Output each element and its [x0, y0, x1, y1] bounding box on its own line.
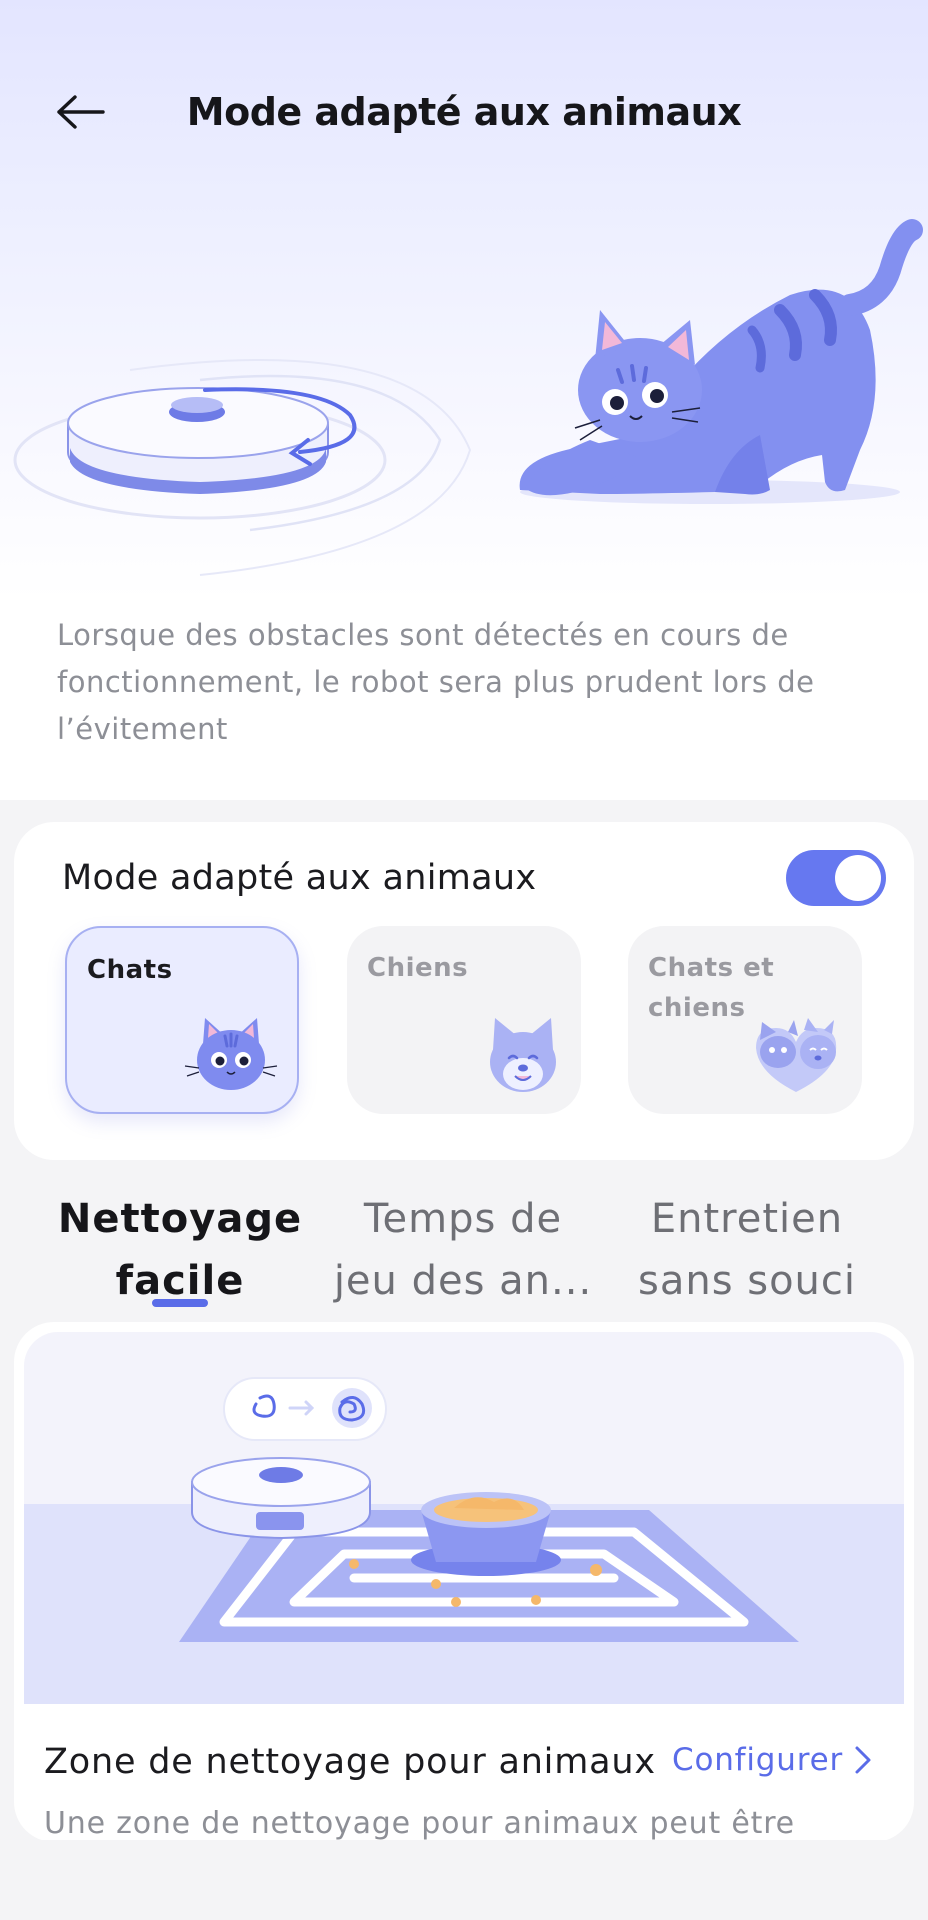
- pet-option-label: Chats et chiens: [648, 953, 775, 1023]
- tab-entretien[interactable]: Entretien sans souci: [617, 1188, 877, 1312]
- tab-nettoyage-facile[interactable]: Nettoyage facile: [50, 1188, 310, 1312]
- cat-and-dog-icon: [756, 1018, 837, 1092]
- feature-card: Zone de nettoyage pour animaux Configure…: [14, 1322, 914, 1842]
- cat-face-icon: [184, 1018, 278, 1090]
- pet-option-chats[interactable]: Chats: [65, 926, 299, 1114]
- chevron-right-icon: [855, 1746, 871, 1774]
- pet-option-chiens[interactable]: Chiens: [347, 926, 581, 1114]
- configure-label: Configurer: [672, 1742, 843, 1778]
- feature-title: Zone de nettoyage pour animaux: [44, 1742, 656, 1782]
- hero-illustration: [13, 219, 923, 576]
- bottom-area: [0, 1840, 928, 1920]
- pet-option-label: Chiens: [367, 953, 469, 983]
- tab-temps-de-jeu[interactable]: Temps de jeu des an...: [333, 1188, 593, 1312]
- pet-cleaning-zone-illustration: [24, 1332, 904, 1704]
- header: Mode adapté aux animaux: [0, 80, 928, 144]
- pet-mode-card: Mode adapté aux animaux Chats Chiens Cha…: [14, 822, 914, 1160]
- pet-option-chats-et-chiens[interactable]: Chats et chiens: [628, 926, 862, 1114]
- description-text: Lorsque des obstacles sont détectés en c…: [57, 618, 815, 746]
- feature-tabs: Nettoyage facile Temps de jeu des an... …: [0, 1180, 928, 1310]
- configure-link[interactable]: Configurer: [672, 1742, 873, 1778]
- pet-mode-label: Mode adapté aux animaux: [62, 858, 537, 898]
- pet-option-label: Chats: [87, 955, 173, 985]
- page-title: Mode adapté aux animaux: [186, 90, 742, 134]
- toggle-knob: [835, 855, 881, 901]
- feature-description: Une zone de nettoyage pour animaux peut …: [44, 1806, 795, 1841]
- tab-active-indicator: [152, 1299, 208, 1307]
- dog-face-icon: [490, 1018, 556, 1092]
- pet-mode-toggle[interactable]: [786, 850, 886, 906]
